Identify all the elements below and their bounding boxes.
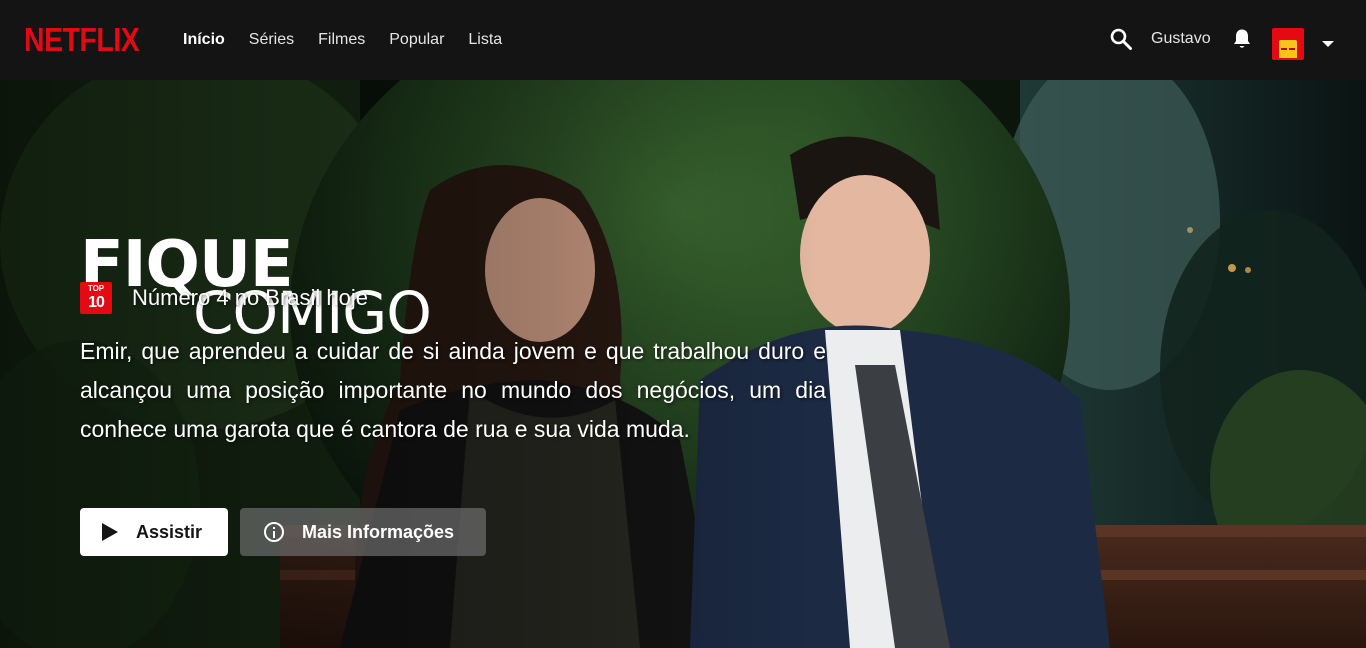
avatar[interactable]: [1272, 28, 1304, 60]
user-name[interactable]: Gustavo: [1151, 30, 1211, 48]
top-navbar: NETFLIX Início Séries Filmes Popular Lis…: [0, 0, 1366, 80]
nav-link-filmes[interactable]: Filmes: [318, 30, 365, 50]
top10-badge-number: 10: [88, 294, 105, 311]
info-icon: [264, 522, 284, 542]
play-button[interactable]: Assistir: [80, 508, 228, 556]
caret-down-icon[interactable]: [1322, 41, 1334, 47]
nav-link-popular[interactable]: Popular: [389, 30, 444, 50]
ranking-text: Número 4 no Brasil hoje: [132, 285, 369, 310]
top10-badge-icon: TOP 10: [80, 282, 112, 314]
more-info-button[interactable]: Mais Informações: [240, 508, 486, 556]
nav-link-series[interactable]: Séries: [249, 30, 294, 50]
bell-icon[interactable]: [1232, 28, 1252, 50]
top10-badge-label: TOP: [87, 284, 105, 293]
play-icon: [102, 523, 118, 541]
nav-link-inicio[interactable]: Início: [183, 30, 225, 50]
nav-link-lista[interactable]: Lista: [468, 30, 502, 50]
ranking-row: TOP 10 Número 4 no Brasil hoje: [80, 281, 368, 315]
search-icon[interactable]: [1110, 28, 1132, 50]
synopsis: Emir, que aprendeu a cuidar de si ainda …: [80, 338, 826, 442]
netflix-logo[interactable]: NETFLIX: [24, 22, 140, 58]
avatar-face-icon: [1279, 40, 1297, 58]
play-button-label: Assistir: [136, 521, 203, 542]
more-info-button-label: Mais Informações: [302, 521, 455, 542]
nav-links: Início Séries Filmes Popular Lista: [183, 30, 502, 50]
hero-buttons: Assistir Mais Informações: [80, 508, 486, 556]
